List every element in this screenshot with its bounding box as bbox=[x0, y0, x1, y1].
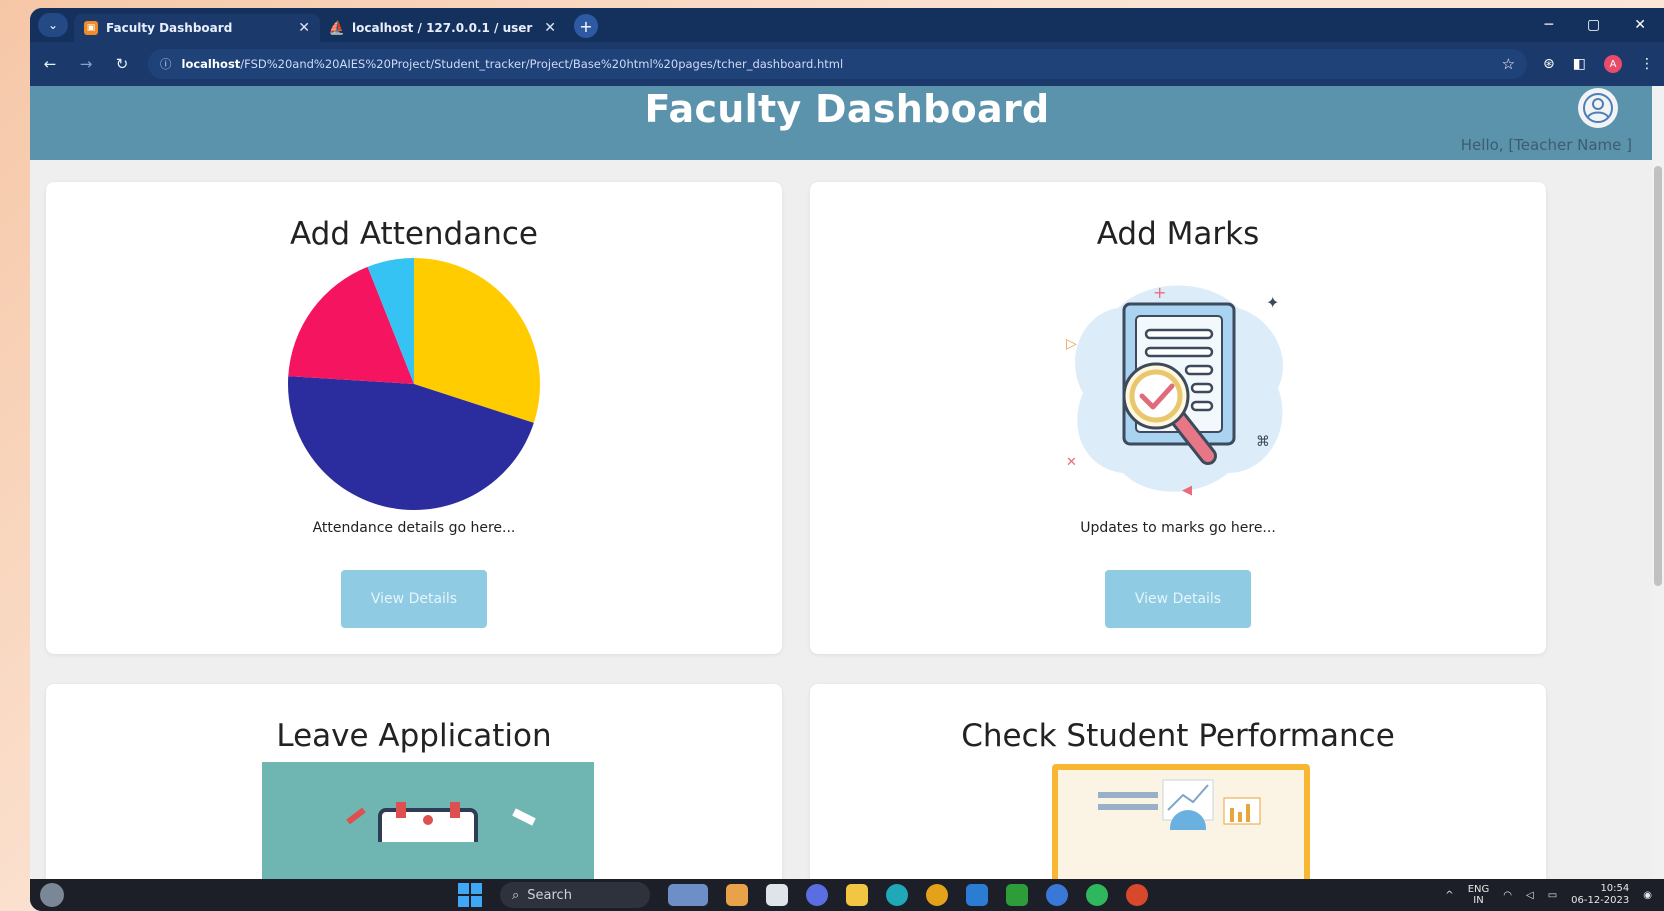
extensions-icon[interactable]: ⊛ bbox=[1543, 56, 1555, 72]
chevron-up-icon[interactable]: ^ bbox=[1445, 890, 1453, 901]
widgets-app-icon[interactable] bbox=[668, 884, 708, 906]
task-view-icon[interactable] bbox=[766, 884, 788, 906]
svg-text:✦: ✦ bbox=[1266, 293, 1279, 312]
browser-window: ⌄ ▣ Faculty Dashboard ✕ ⛵ localhost / 12… bbox=[30, 8, 1664, 911]
taskbar-search[interactable]: ⌕ Search bbox=[500, 882, 650, 908]
view-details-attendance-button[interactable]: View Details bbox=[341, 570, 487, 628]
menu-icon[interactable]: ⋮ bbox=[1640, 56, 1654, 72]
tab-title: localhost / 127.0.0.1 / user / sig bbox=[352, 21, 536, 35]
phpmyadmin-icon: ⛵ bbox=[328, 20, 346, 36]
svg-text:+: + bbox=[1153, 283, 1166, 302]
system-tray: ^ ENG IN ◠ ◁ ▭ 10:54 06-12-2023 ◉ bbox=[1445, 883, 1652, 907]
attendance-pie-chart bbox=[288, 258, 540, 510]
tab-faculty-dashboard[interactable]: ▣ Faculty Dashboard ✕ bbox=[74, 14, 320, 42]
chrome-profile-icon[interactable] bbox=[1126, 884, 1148, 906]
clock[interactable]: 10:54 06-12-2023 bbox=[1571, 883, 1629, 907]
card-check-student-performance: Check Student Performance bbox=[810, 684, 1546, 879]
taskbar-apps: ⌕ Search bbox=[458, 882, 1148, 908]
search-icon: ⌕ bbox=[512, 887, 520, 903]
site-info-icon[interactable]: ⓘ bbox=[160, 56, 172, 72]
copilot-alt-icon[interactable] bbox=[1046, 884, 1068, 906]
user-avatar-icon[interactable] bbox=[1578, 88, 1618, 128]
tab-phpmyadmin[interactable]: ⛵ localhost / 127.0.0.1 / user / sig ✕ bbox=[320, 14, 566, 42]
minimize-icon[interactable]: ─ bbox=[1545, 17, 1553, 33]
card-title: Add Marks bbox=[1096, 216, 1260, 252]
edge-browser-icon[interactable] bbox=[886, 884, 908, 906]
mail-app-icon[interactable] bbox=[966, 884, 988, 906]
copilot-app-icon[interactable] bbox=[726, 884, 748, 906]
back-icon[interactable]: ← bbox=[40, 55, 60, 73]
search-label: Search bbox=[527, 887, 572, 903]
tab-search-button[interactable]: ⌄ bbox=[38, 13, 68, 37]
favicon-icon: ▣ bbox=[84, 21, 98, 35]
side-panel-icon[interactable]: ◧ bbox=[1573, 56, 1586, 72]
volume-icon[interactable]: ◁ bbox=[1526, 890, 1534, 901]
card-leave-application: Leave Application bbox=[46, 684, 782, 879]
page-viewport: Faculty Dashboard Hello, [Teacher Name ]… bbox=[30, 86, 1664, 879]
greeting-text: Hello, [Teacher Name ] bbox=[1460, 136, 1632, 154]
toolbar-icons: ⊛ ◧ A ⋮ bbox=[1543, 55, 1654, 73]
new-tab-button[interactable]: + bbox=[574, 14, 598, 38]
card-title: Leave Application bbox=[276, 718, 552, 754]
close-tab-icon[interactable]: ✕ bbox=[298, 20, 310, 36]
url-text: localhost/FSD%20and%20AIES%20Project/Stu… bbox=[181, 57, 844, 71]
chrome-browser-icon[interactable] bbox=[926, 884, 948, 906]
chat-app-icon[interactable] bbox=[806, 884, 828, 906]
leave-illustration bbox=[262, 762, 594, 879]
marks-illustration-icon: + ✦ ▷ ⌘ ✕ ◀ bbox=[1066, 283, 1284, 498]
svg-text:◀: ◀ bbox=[1182, 483, 1192, 498]
close-window-icon[interactable]: ✕ bbox=[1634, 17, 1646, 33]
tab-title: Faculty Dashboard bbox=[106, 21, 233, 35]
start-button[interactable] bbox=[458, 883, 482, 907]
card-description: Updates to marks go here... bbox=[1080, 520, 1276, 536]
notifications-icon[interactable]: ◉ bbox=[1643, 890, 1652, 901]
scrollbar-thumb[interactable] bbox=[1654, 166, 1662, 586]
whatsapp-icon[interactable] bbox=[1086, 884, 1108, 906]
address-bar[interactable]: ⓘ localhost/FSD%20and%20AIES%20Project/S… bbox=[148, 49, 1528, 79]
weather-widget-icon[interactable] bbox=[40, 883, 64, 907]
tab-strip: ⌄ ▣ Faculty Dashboard ✕ ⛵ localhost / 12… bbox=[30, 8, 1664, 42]
card-add-marks: Add Marks + ✦ ▷ ⌘ ✕ ◀ Updates to marks g… bbox=[810, 182, 1546, 654]
svg-text:⌘: ⌘ bbox=[1256, 434, 1270, 450]
xbox-app-icon[interactable] bbox=[1006, 884, 1028, 906]
file-explorer-icon[interactable] bbox=[846, 884, 868, 906]
bookmark-star-icon[interactable]: ☆ bbox=[1502, 55, 1515, 73]
page-scrollbar[interactable] bbox=[1652, 86, 1664, 879]
battery-icon[interactable]: ▭ bbox=[1548, 890, 1557, 901]
windows-taskbar: ⌕ Search ^ ENG IN ◠ ◁ ▭ 10:54 06-12-2023… bbox=[30, 879, 1664, 911]
view-details-marks-button[interactable]: View Details bbox=[1105, 570, 1251, 628]
language-indicator[interactable]: ENG IN bbox=[1468, 884, 1490, 906]
close-tab-icon[interactable]: ✕ bbox=[544, 20, 556, 36]
card-title: Add Attendance bbox=[290, 216, 538, 252]
browser-toolbar: ← → ↻ ⓘ localhost/FSD%20and%20AIES%20Pro… bbox=[30, 42, 1664, 86]
svg-text:✕: ✕ bbox=[1066, 455, 1077, 470]
reload-icon[interactable]: ↻ bbox=[112, 55, 132, 73]
forward-icon[interactable]: → bbox=[76, 55, 96, 73]
profile-avatar[interactable]: A bbox=[1604, 55, 1622, 73]
dashboard-header: Faculty Dashboard Hello, [Teacher Name ] bbox=[30, 86, 1664, 160]
page-title: Faculty Dashboard bbox=[644, 87, 1050, 131]
svg-text:▷: ▷ bbox=[1066, 336, 1077, 352]
card-title: Check Student Performance bbox=[961, 718, 1395, 754]
wifi-icon[interactable]: ◠ bbox=[1503, 890, 1512, 901]
restore-icon[interactable]: ▢ bbox=[1587, 17, 1600, 33]
card-description: Attendance details go here... bbox=[312, 520, 516, 536]
window-controls: ─ ▢ ✕ bbox=[1545, 8, 1664, 42]
performance-illustration bbox=[1052, 764, 1310, 879]
card-add-attendance: Add Attendance Attendance details go her… bbox=[46, 182, 782, 654]
